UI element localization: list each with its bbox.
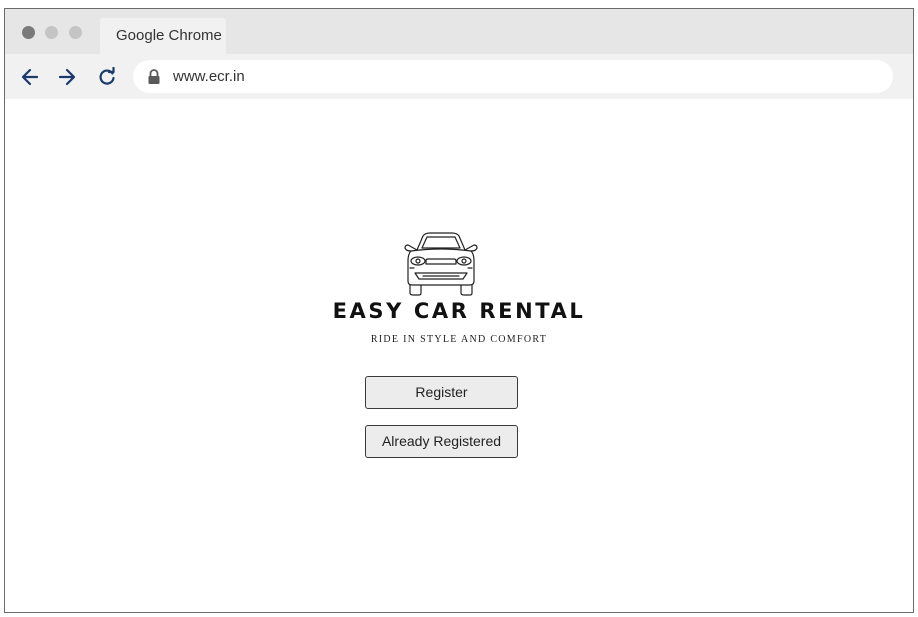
brand-tagline: RIDE IN STYLE AND COMFORT	[370, 334, 548, 345]
register-button[interactable]: Register	[365, 376, 518, 409]
page-content: EASY CAR RENTAL RIDE IN STYLE AND COMFOR…	[5, 99, 913, 612]
back-arrow-icon[interactable]	[20, 67, 40, 87]
maximize-window-dot[interactable]	[69, 26, 82, 39]
browser-window: Google Chrome www.ecr.in EASY CAR RENTAL…	[4, 8, 914, 613]
reload-icon[interactable]	[97, 66, 117, 87]
forward-arrow-icon[interactable]	[57, 67, 77, 87]
car-front-icon	[404, 232, 478, 296]
browser-toolbar: www.ecr.in	[5, 54, 913, 99]
browser-tab[interactable]: Google Chrome	[100, 18, 226, 54]
url-text[interactable]: www.ecr.in	[173, 60, 245, 93]
title-bar: Google Chrome	[5, 9, 913, 54]
minimize-window-dot[interactable]	[45, 26, 58, 39]
lock-icon	[147, 69, 161, 85]
already-registered-button[interactable]: Already Registered	[365, 425, 518, 458]
address-bar[interactable]: www.ecr.in	[133, 60, 893, 93]
brand-name: EASY CAR RENTAL	[332, 299, 586, 323]
close-window-dot[interactable]	[22, 26, 35, 39]
